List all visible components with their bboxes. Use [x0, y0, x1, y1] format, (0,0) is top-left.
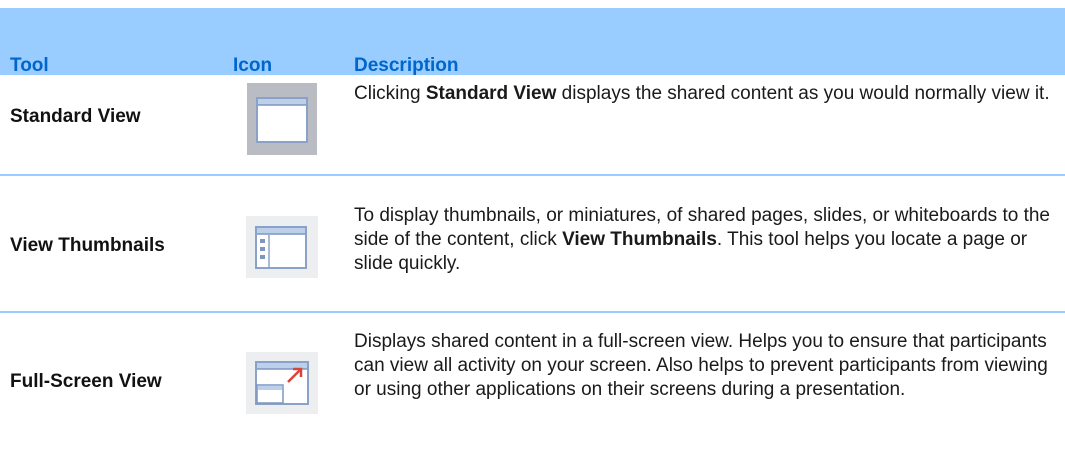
full-screen-view-icon — [246, 352, 318, 419]
row-divider — [0, 174, 1065, 176]
description-full-screen-view: Displays shared content in a full-screen… — [354, 331, 1048, 400]
tool-name-full-screen-view: Full-Screen View — [10, 371, 162, 392]
standard-view-icon — [247, 83, 317, 160]
tool-name-standard-view: Standard View — [10, 106, 141, 127]
description-standard-view: Clicking Standard View displays the shar… — [354, 83, 1050, 104]
header-icon: Icon — [233, 55, 273, 76]
header-tool: Tool — [10, 55, 49, 76]
view-thumbnails-icon — [246, 216, 318, 283]
row-divider — [0, 311, 1065, 313]
table-header-band — [0, 8, 1065, 75]
tool-name-view-thumbnails: View Thumbnails — [10, 235, 165, 256]
tools-table: Tool Icon Description Standard View Clic… — [0, 0, 1065, 456]
description-view-thumbnails: To display thumbnails, or miniatures, of… — [354, 205, 1050, 274]
header-description: Description — [354, 55, 459, 76]
